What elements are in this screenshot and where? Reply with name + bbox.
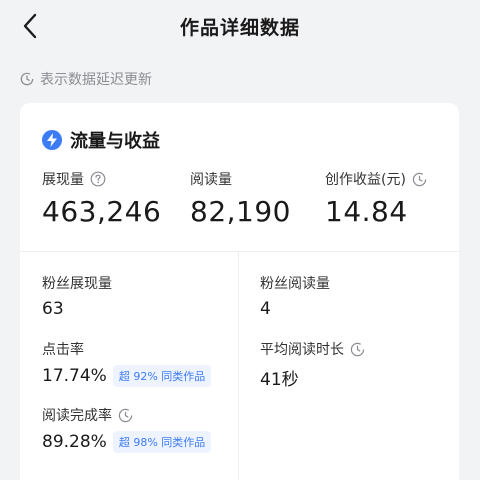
- question-circle-icon[interactable]: [90, 171, 106, 187]
- stat-value: 63: [42, 299, 64, 319]
- metric-value: 463,246: [42, 195, 162, 228]
- metric-reads: 阅读量 82,190: [190, 169, 291, 228]
- stat-avg-read-time: 平均阅读时长 41秒: [260, 339, 365, 390]
- delay-notice: 表示数据延迟更新: [20, 68, 152, 90]
- stat-value: 17.74%: [42, 366, 107, 386]
- metric-value: 82,190: [190, 195, 291, 228]
- page-title: 作品详细数据: [179, 16, 300, 39]
- back-button[interactable]: [16, 8, 44, 44]
- stat-label: 点击率: [42, 342, 84, 358]
- stat-value: 4: [260, 299, 271, 319]
- stat-fan-impressions: 粉丝展现量 63: [42, 273, 112, 319]
- metric-label: 创作收益(元): [325, 172, 406, 188]
- stat-value: 89.28%: [42, 432, 107, 452]
- stat-label: 阅读完成率: [42, 408, 112, 424]
- header: 作品详细数据: [0, 0, 480, 52]
- clock-icon[interactable]: [118, 408, 133, 423]
- delay-notice-text: 表示数据延迟更新: [40, 72, 152, 88]
- metric-impressions: 展现量 463,246: [42, 169, 161, 228]
- stats-card: 流量与收益 展现量 463,246 阅读量 82,190 创作收益(元) 14.…: [20, 103, 459, 480]
- clock-icon: [20, 72, 34, 86]
- metric-label: 阅读量: [190, 172, 232, 188]
- back-arrow-icon: [23, 13, 37, 39]
- stat-fan-reads: 粉丝阅读量 4: [260, 273, 330, 319]
- clock-icon[interactable]: [412, 172, 427, 187]
- stat-label: 粉丝阅读量: [260, 276, 330, 292]
- metric-label: 展现量: [42, 172, 84, 188]
- stat-label: 粉丝展现量: [42, 276, 112, 292]
- lightning-icon: [42, 130, 62, 150]
- stat-ctr: 点击率 17.74% 超 92% 同类作品: [42, 339, 212, 387]
- stat-value: 41秒: [260, 370, 299, 390]
- comparison-badge: 超 98% 同类作品: [112, 431, 212, 453]
- clock-icon[interactable]: [350, 342, 365, 357]
- divider: [238, 251, 239, 480]
- divider: [20, 251, 459, 252]
- metric-earnings: 创作收益(元) 14.84: [325, 169, 427, 228]
- stat-completion-rate: 阅读完成率 89.28% 超 98% 同类作品: [42, 405, 212, 453]
- stat-label: 平均阅读时长: [260, 342, 344, 358]
- section-title: 流量与收益: [42, 127, 160, 153]
- section-title-text: 流量与收益: [70, 131, 160, 152]
- comparison-badge: 超 92% 同类作品: [112, 365, 212, 387]
- metric-value: 14.84: [325, 195, 408, 228]
